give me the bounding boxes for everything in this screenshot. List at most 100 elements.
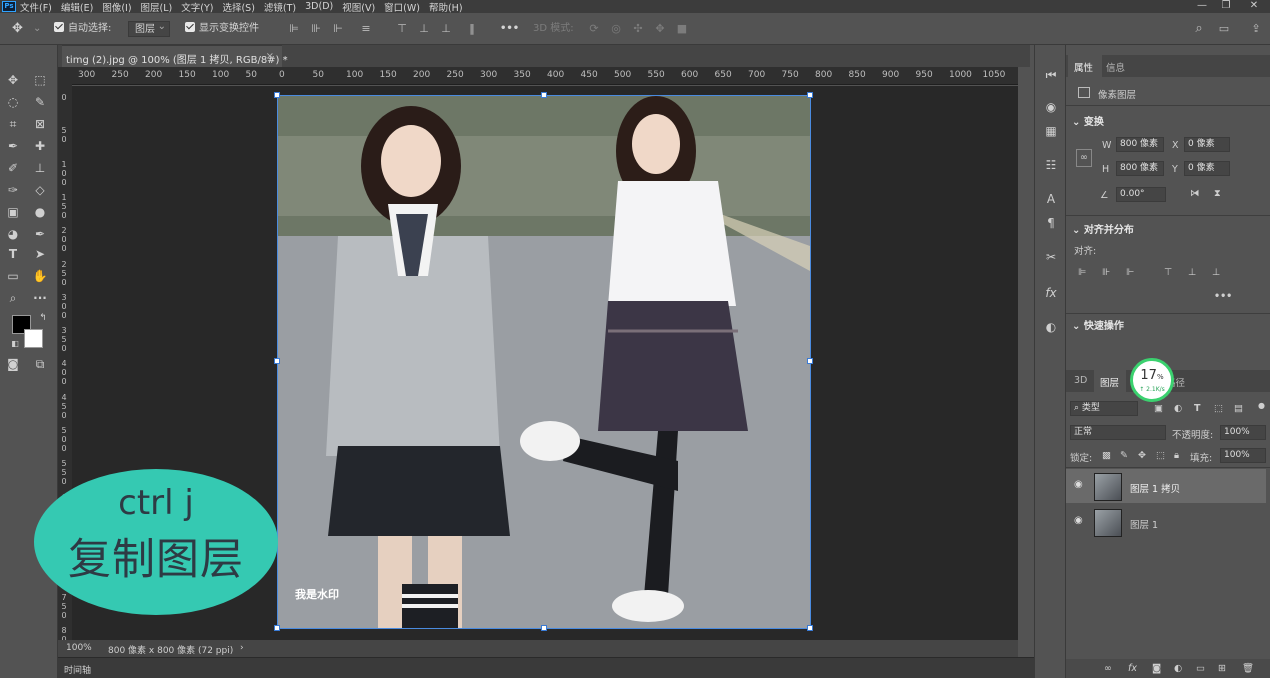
lock-artboard-icon[interactable]: ⬚ <box>1156 450 1165 461</box>
show-transform-checkbox[interactable]: 显示变换控件 <box>185 21 259 37</box>
eyedropper-tool-icon[interactable]: ✒ <box>4 137 22 155</box>
3d-slide-icon[interactable]: ✥ <box>654 23 666 35</box>
horizontal-ruler[interactable]: 300 250 200 150 100 50 0 50 100 150 200 250 300 350 40… <box>72 67 1018 85</box>
background-color-swatch[interactable] <box>24 329 43 348</box>
new-layer-icon[interactable]: ⊞ <box>1218 663 1226 674</box>
swatches-panel-icon[interactable]: ▦ <box>1041 121 1061 141</box>
menu-image[interactable]: 图像(I) <box>102 0 131 14</box>
add-mask-icon[interactable]: ◙ <box>1152 663 1161 674</box>
flip-horizontal-icon[interactable]: ⧒ <box>1190 188 1200 199</box>
layer-filter-dropdown[interactable]: ⌕ 类型 <box>1070 401 1138 416</box>
lock-all-icon[interactable]: 🔒︎ <box>1174 450 1179 461</box>
new-adjustment-icon[interactable]: ◐ <box>1174 663 1182 674</box>
menu-filter[interactable]: 滤镜(T) <box>264 0 296 14</box>
link-dimensions-icon[interactable]: ∞ <box>1076 149 1092 167</box>
3d-pan-icon[interactable]: ✣ <box>632 23 644 35</box>
history-panel-icon[interactable]: ⏮ <box>1041 65 1061 85</box>
tab-info[interactable]: 信息 <box>1106 60 1125 74</box>
3d-roll-icon[interactable]: ◎ <box>610 23 622 35</box>
filter-toggle-icon[interactable]: ● <box>1258 401 1265 410</box>
menu-view[interactable]: 视图(V) <box>342 0 375 14</box>
tab-3d[interactable]: 3D <box>1074 375 1087 386</box>
menu-3d[interactable]: 3D(D) <box>305 1 333 12</box>
transform-handle-bl[interactable] <box>274 625 280 631</box>
distribute-horizontal-icon[interactable]: ≡ <box>360 23 372 35</box>
tool-preset-chevron-icon[interactable]: ⌄ <box>33 21 41 37</box>
close-window-icon[interactable]: ✕ <box>1240 0 1268 13</box>
move-tool-icon[interactable]: ✥ <box>4 71 22 89</box>
transform-handle-b[interactable] <box>541 625 547 631</box>
quick-select-tool-icon[interactable]: ✎ <box>31 93 49 111</box>
status-menu-arrow-icon[interactable]: › <box>240 643 244 653</box>
path-select-tool-icon[interactable]: ➤ <box>31 245 49 263</box>
history-brush-tool-icon[interactable]: ✑ <box>4 181 22 199</box>
hand-tool-icon[interactable]: ✋ <box>31 267 49 285</box>
lasso-tool-icon[interactable]: ◌ <box>4 93 22 111</box>
panel-align-right-icon[interactable]: ⊩ <box>1126 267 1134 278</box>
menu-file[interactable]: 文件(F) <box>20 0 52 14</box>
restore-icon[interactable]: ❐ <box>1212 0 1240 13</box>
ruler-origin[interactable] <box>58 67 72 85</box>
move-tool-icon[interactable]: ✥ <box>12 21 23 37</box>
tab-properties[interactable]: 属性 <box>1074 60 1093 74</box>
frame-tool-icon[interactable]: ⊠ <box>31 115 49 133</box>
transform-handle-br[interactable] <box>807 625 813 631</box>
zoom-tool-icon[interactable]: ⌕ <box>4 289 22 307</box>
paragraph-panel-icon[interactable]: ¶ <box>1041 213 1061 233</box>
layer-name[interactable]: 图层 1 <box>1130 517 1158 531</box>
auto-select-dropdown[interactable]: 图层 <box>128 19 170 37</box>
fill-field[interactable]: 100% <box>1220 448 1266 463</box>
character-panel-icon[interactable]: A <box>1041 189 1061 209</box>
width-field[interactable]: 800 像素 <box>1116 137 1164 152</box>
new-group-icon[interactable]: ▭ <box>1196 663 1205 674</box>
dodge-tool-icon[interactable]: ◕ <box>4 225 22 243</box>
more-options-button[interactable]: ••• <box>500 21 519 37</box>
align-hcenter-icon[interactable]: ⊪ <box>310 23 322 35</box>
visibility-eye-icon[interactable]: ◉ <box>1074 515 1083 526</box>
screen-mode-icon[interactable]: ⧉ <box>31 355 49 373</box>
auto-select-checkbox[interactable]: 自动选择: <box>54 21 111 37</box>
align-vcenter-icon[interactable]: ⊥ <box>418 23 430 35</box>
healing-brush-tool-icon[interactable]: ✚ <box>31 137 49 155</box>
align-section-toggle[interactable]: ⌄ 对齐并分布 <box>1072 221 1134 236</box>
panel-align-hcenter-icon[interactable]: ⊪ <box>1102 267 1110 278</box>
blur-tool-icon[interactable]: ● <box>31 203 49 221</box>
swap-colors-icon[interactable]: ↰ <box>34 309 52 327</box>
flip-vertical-icon[interactable]: ⧗ <box>1214 188 1221 199</box>
stamp-tool-icon[interactable]: ⊥ <box>31 159 49 177</box>
search-icon[interactable]: ⌕ <box>1193 22 1205 35</box>
visibility-eye-icon[interactable]: ◉ <box>1074 479 1083 490</box>
document-image[interactable]: 我是水印 <box>278 96 810 628</box>
transform-section-toggle[interactable]: ⌄ 变换 <box>1072 113 1104 128</box>
align-left-icon[interactable]: ⊫ <box>288 23 300 35</box>
transform-handle-tl[interactable] <box>274 92 280 98</box>
panel-align-bottom-icon[interactable]: ⊥ <box>1212 267 1220 278</box>
3d-orbit-icon[interactable]: ⟳ <box>588 23 600 35</box>
link-layers-icon[interactable]: ∞ <box>1104 663 1112 674</box>
align-top-icon[interactable]: ⊤ <box>396 23 408 35</box>
gradient-tool-icon[interactable]: ▣ <box>4 203 22 221</box>
adjustments-panel-icon[interactable]: ◐ <box>1041 317 1061 337</box>
layer-name[interactable]: 图层 1 拷贝 <box>1130 481 1180 495</box>
menu-help[interactable]: 帮助(H) <box>429 0 463 14</box>
quick-actions-toggle[interactable]: ⌄ 快速操作 <box>1072 317 1124 332</box>
angle-field[interactable]: 0.00° <box>1116 187 1166 202</box>
filter-adjustment-icon[interactable]: ◐ <box>1174 403 1182 414</box>
more-tools-icon[interactable]: ··· <box>31 289 49 307</box>
menu-type[interactable]: 文字(Y) <box>181 0 213 14</box>
filter-shape-icon[interactable]: ⬚ <box>1214 403 1223 414</box>
filter-type-icon[interactable]: T <box>1194 403 1200 414</box>
layer-row-base[interactable]: ◉ 图层 1 <box>1066 505 1266 539</box>
lock-position-icon[interactable]: ✥ <box>1138 450 1146 461</box>
filter-pixel-icon[interactable]: ▣ <box>1154 403 1163 414</box>
color-panel-icon[interactable]: ◉ <box>1041 97 1061 117</box>
pen-tool-icon[interactable]: ✒ <box>31 225 49 243</box>
zoom-level[interactable]: 100% <box>66 643 92 653</box>
transform-handle-t[interactable] <box>541 92 547 98</box>
tools-preset-icon[interactable]: ✂ <box>1041 247 1061 267</box>
menu-window[interactable]: 窗口(W) <box>384 0 420 14</box>
lock-transparent-icon[interactable]: ▩ <box>1102 450 1111 461</box>
timeline-panel[interactable]: 时间轴 <box>58 657 1034 678</box>
transform-handle-r[interactable] <box>807 358 813 364</box>
transform-handle-l[interactable] <box>274 358 280 364</box>
